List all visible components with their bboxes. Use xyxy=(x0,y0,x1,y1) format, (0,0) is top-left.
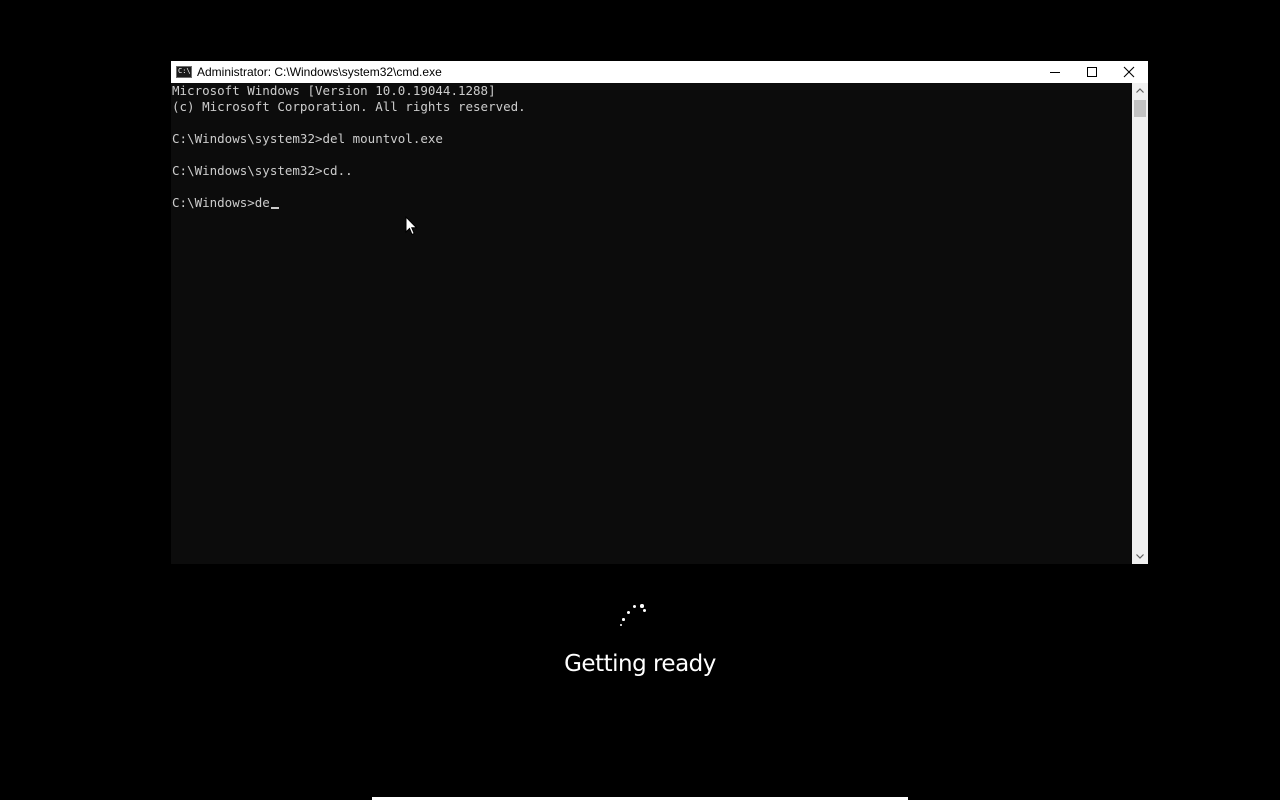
maximize-icon xyxy=(1087,67,1097,77)
mouse-pointer-icon xyxy=(405,216,418,236)
title-bar[interactable]: Administrator: C:\Windows\system32\cmd.e… xyxy=(171,61,1148,83)
maximize-button[interactable] xyxy=(1074,61,1110,83)
minimize-icon xyxy=(1050,72,1060,73)
text-cursor xyxy=(270,207,279,209)
scrollbar-thumb[interactable] xyxy=(1134,100,1146,117)
vertical-scrollbar[interactable] xyxy=(1132,83,1148,564)
window-title: Administrator: C:\Windows\system32\cmd.e… xyxy=(197,65,442,79)
console-line: Microsoft Windows [Version 10.0.19044.12… xyxy=(172,83,496,98)
chevron-up-icon xyxy=(1136,88,1144,93)
chevron-down-icon xyxy=(1136,554,1144,559)
loading-spinner-icon xyxy=(615,600,651,632)
cmd-icon[interactable] xyxy=(176,66,192,78)
scroll-up-button[interactable] xyxy=(1132,83,1148,99)
command-prompt-line[interactable]: C:\Windows>de xyxy=(172,195,279,211)
close-icon xyxy=(1123,66,1135,78)
cmd-window[interactable]: Administrator: C:\Windows\system32\cmd.e… xyxy=(171,61,1148,564)
console-line: (c) Microsoft Corporation. All rights re… xyxy=(172,99,526,114)
console-output[interactable]: Microsoft Windows [Version 10.0.19044.12… xyxy=(172,83,1132,564)
console-line: C:\Windows\system32>cd.. xyxy=(172,163,353,178)
close-button[interactable] xyxy=(1111,61,1147,83)
command-input[interactable]: C:\Windows>de xyxy=(172,195,270,210)
minimize-button[interactable] xyxy=(1037,61,1073,83)
setup-status-text: Getting ready xyxy=(564,651,716,677)
console-line: C:\Windows\system32>del mountvol.exe xyxy=(172,131,443,146)
scroll-down-button[interactable] xyxy=(1132,548,1148,564)
